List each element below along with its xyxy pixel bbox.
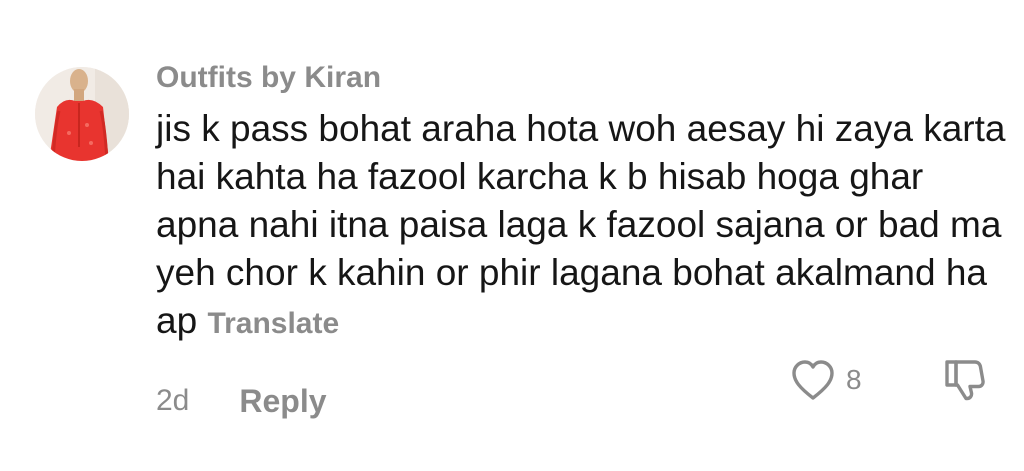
username[interactable]: Outfits by Kiran bbox=[156, 60, 381, 96]
comment-item: Outfits by Kiran jis k pass bohat araha … bbox=[0, 0, 1024, 471]
timestamp: 2d bbox=[156, 384, 190, 417]
comment-text: jis k pass bohat araha hota woh aesay hi… bbox=[156, 105, 1006, 348]
reply-button[interactable]: Reply bbox=[239, 383, 326, 420]
comment-meta: 2d Reply bbox=[156, 381, 327, 421]
thumbs-down-icon[interactable] bbox=[942, 355, 990, 403]
like-count: 8 bbox=[846, 364, 862, 395]
avatar[interactable] bbox=[35, 67, 129, 161]
translate-link[interactable]: Translate bbox=[207, 307, 339, 340]
heart-icon[interactable] bbox=[790, 358, 836, 402]
like-button[interactable]: 8 bbox=[790, 358, 862, 402]
avatar-image bbox=[35, 67, 129, 161]
